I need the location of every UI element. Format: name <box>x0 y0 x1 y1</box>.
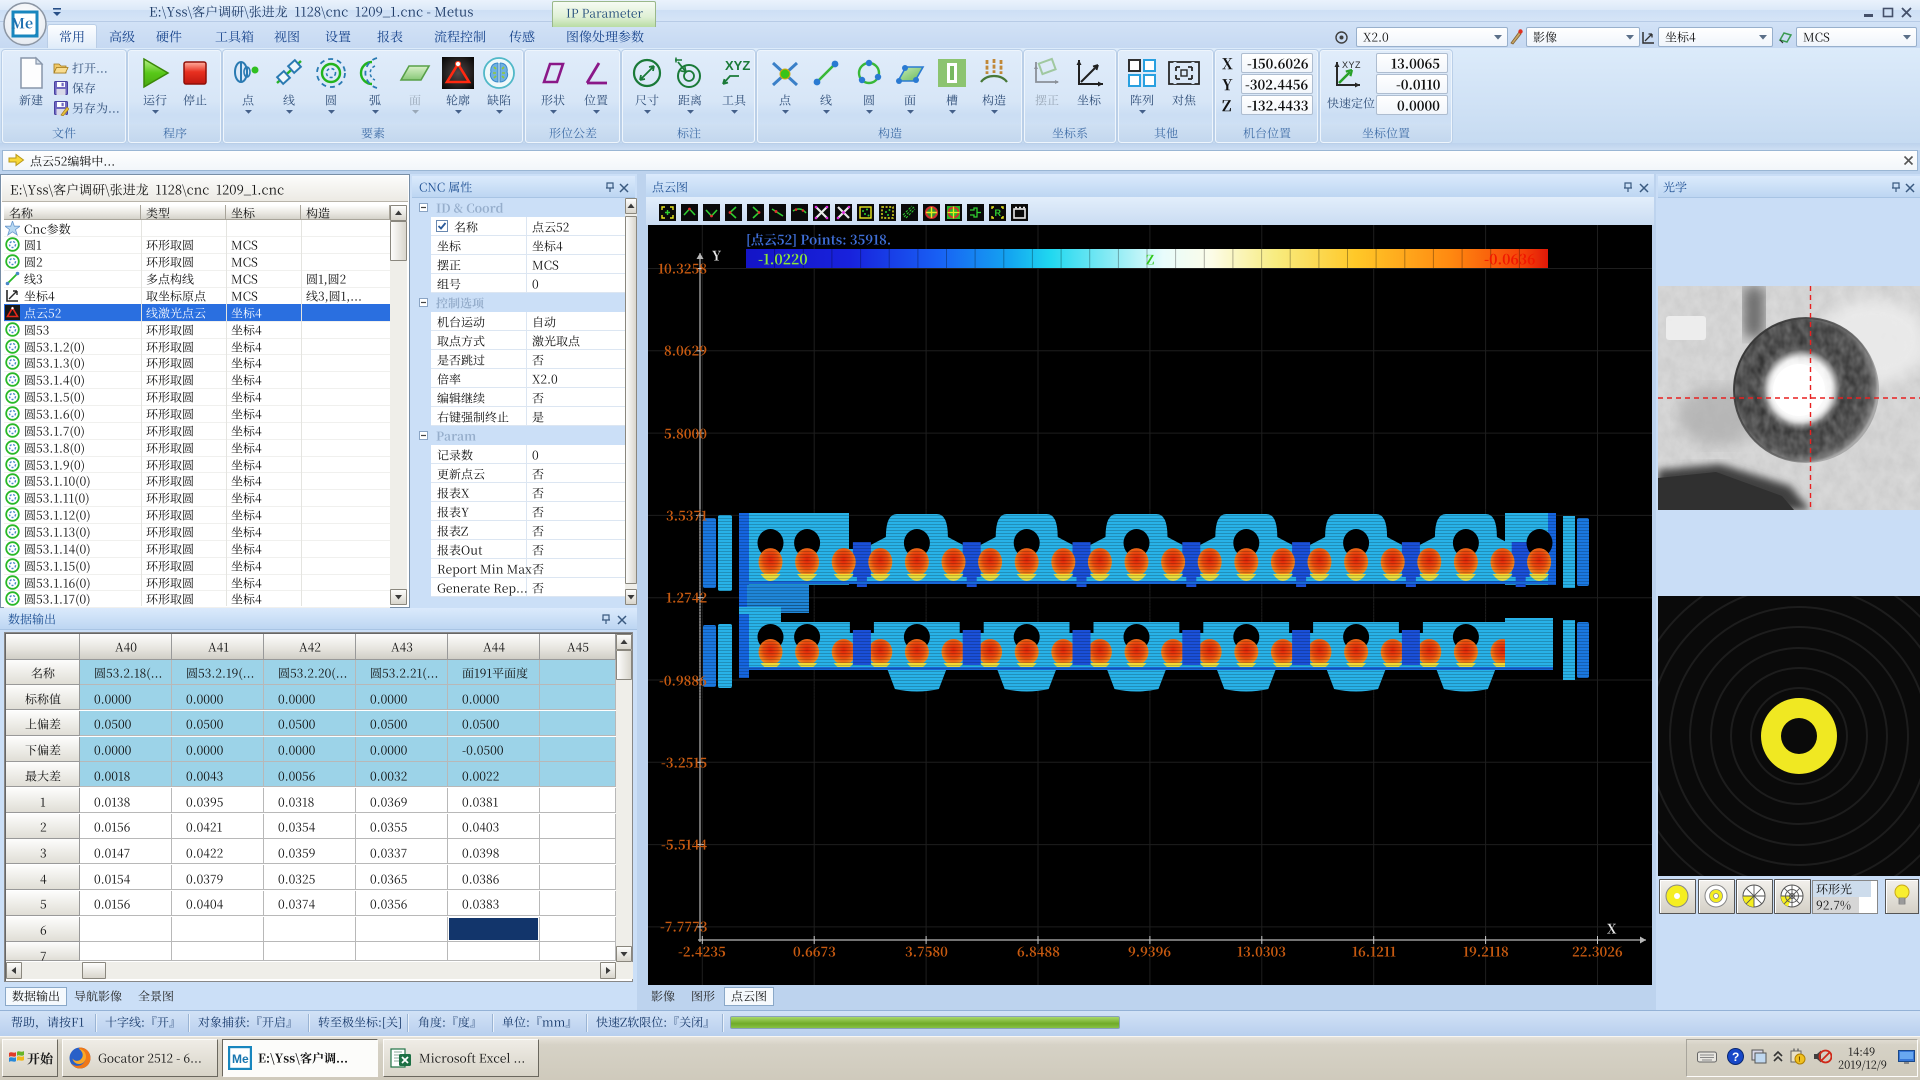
svg-text:XYZ: XYZ <box>725 58 750 73</box>
svg-text:R: R <box>995 208 1002 218</box>
svg-text:!: ! <box>1798 1057 1800 1064</box>
svg-text:?: ? <box>1732 1050 1739 1064</box>
svg-text:XYZ: XYZ <box>1342 60 1361 70</box>
svg-text:Me: Me <box>232 1052 249 1066</box>
